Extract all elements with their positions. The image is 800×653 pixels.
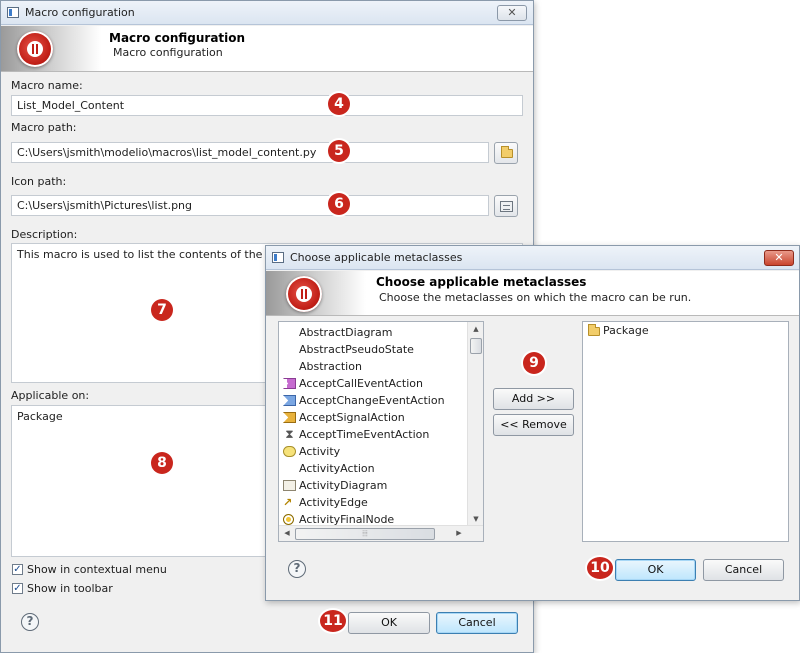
accept-call-event-icon [283,378,296,389]
macro-name-label: Macro name: [11,79,83,92]
list-item-label: AcceptCallEventAction [299,377,423,390]
help-icon[interactable]: ? [21,613,39,631]
metaclass-ok-button[interactable]: OK [615,559,696,581]
callout-10: 10 [587,557,613,579]
list-item-label: AbstractDiagram [299,326,393,339]
available-items: AbstractDiagram AbstractPseudoState Abstra… [279,322,467,528]
callout-5: 5 [328,140,350,162]
callout-4: 4 [328,93,350,115]
selected-metaclasses-list[interactable]: Package [582,321,789,542]
list-item[interactable]: AcceptChangeEventAction [279,392,467,409]
metaclass-dialog-title: Choose applicable metaclasses [290,251,463,264]
macro-banner-subtitle: Macro configuration [113,46,223,59]
contextual-menu-checkbox[interactable]: ✓ [12,564,23,575]
list-item[interactable]: AcceptSignalAction [279,409,467,426]
hourglass-icon: ⧗ [285,427,294,441]
list-item-label: AcceptSignalAction [299,411,405,424]
scroll-thumb-horizontal[interactable]: ⦙⦙⦙ [295,528,435,540]
list-item[interactable]: AbstractDiagram [279,324,467,341]
callout-7: 7 [151,299,173,321]
list-item[interactable]: ⧗ AcceptTimeEventAction [279,426,467,443]
list-item-label: ActivityAction [299,462,375,475]
metaclass-dialog-banner: Choose applicable metaclasses Choose the… [266,271,799,316]
list-item-label: ActivityEdge [299,496,368,509]
final-node-icon [283,514,294,525]
macro-path-input[interactable]: C:\Users\jsmith\modelio\macros\list_mode… [11,142,489,163]
list-item-label: Activity [299,445,341,458]
icon-path-input[interactable]: C:\Users\jsmith\Pictures\list.png [11,195,489,216]
metaclass-banner-subtitle: Choose the metaclasses on which the macr… [379,291,692,304]
list-item[interactable]: Package [583,322,788,339]
list-item[interactable]: AcceptCallEventAction [279,375,467,392]
applicable-on-label: Applicable on: [11,389,90,402]
accept-signal-icon [283,412,296,423]
list-item[interactable]: ActivityDiagram [279,477,467,494]
toolbar-checkbox[interactable]: ✓ [12,583,23,594]
list-item-label: ActivityDiagram [299,479,388,492]
remove-button[interactable]: << Remove [493,414,574,436]
activity-diagram-icon [283,480,296,491]
macro-cancel-button[interactable]: Cancel [436,612,518,634]
horizontal-scrollbar[interactable]: ◀ ⦙⦙⦙ ▶ [279,525,483,541]
description-label: Description: [11,228,78,241]
selected-item-label: Package [603,324,649,337]
scroll-left-icon[interactable]: ◀ [279,529,295,537]
folder-icon [501,146,513,158]
list-item-label: AcceptChangeEventAction [299,394,445,407]
macro-dialog-titlebar[interactable]: Macro configuration ✕ [1,1,533,25]
close-button[interactable]: ✕ [764,250,794,266]
window-icon [272,252,284,263]
list-item-label: AbstractPseudoState [299,343,414,356]
accept-change-event-icon [283,395,296,406]
contextual-menu-label: Show in contextual menu [27,563,167,576]
help-icon[interactable]: ? [288,560,306,578]
list-item-label: Abstraction [299,360,362,373]
macro-banner-title: Macro configuration [109,31,246,45]
metaclass-dialog: Choose applicable metaclasses ✕ Choose a… [265,245,800,601]
activity-icon [283,446,296,457]
image-icon [500,201,513,212]
macro-path-label: Macro path: [11,121,77,134]
modelio-logo-icon [17,31,53,67]
scroll-right-icon[interactable]: ▶ [451,529,467,537]
list-item[interactable]: ↗ ActivityEdge [279,494,467,511]
callout-8: 8 [151,452,173,474]
metaclass-banner-title: Choose applicable metaclasses [376,275,587,289]
metaclass-dialog-titlebar[interactable]: Choose applicable metaclasses ✕ [266,246,799,270]
activity-edge-icon: ↗ [283,496,293,509]
scroll-up-icon[interactable]: ▲ [468,325,483,333]
list-item-label: AcceptTimeEventAction [299,428,430,441]
callout-11: 11 [320,610,346,632]
available-metaclasses-list[interactable]: AbstractDiagram AbstractPseudoState Abstra… [278,321,484,542]
callout-9: 9 [523,352,545,374]
list-item[interactable]: ActivityAction [279,460,467,477]
add-button[interactable]: Add >> [493,388,574,410]
modelio-logo-icon [286,276,322,312]
icon-path-label: Icon path: [11,175,67,188]
list-item[interactable]: Activity [279,443,467,460]
scroll-thumb[interactable] [470,338,482,354]
close-button[interactable]: ✕ [497,5,527,21]
vertical-scrollbar[interactable]: ▲ ▼ [467,322,483,526]
list-item[interactable]: AbstractPseudoState [279,341,467,358]
macro-name-input[interactable]: List_Model_Content [11,95,523,116]
macro-ok-button[interactable]: OK [348,612,430,634]
applicable-item[interactable]: Package [17,410,63,423]
list-item[interactable]: Abstraction [279,358,467,375]
macro-dialog-banner: Macro configuration Macro configuration [1,26,533,72]
package-folder-icon [588,324,601,337]
browse-macro-path-button[interactable] [494,142,518,164]
macro-dialog-title: Macro configuration [25,6,135,19]
callout-6: 6 [328,193,350,215]
toolbar-label: Show in toolbar [27,582,113,595]
browse-icon-path-button[interactable] [494,195,518,217]
scroll-down-icon[interactable]: ▼ [468,515,483,523]
metaclass-cancel-button[interactable]: Cancel [703,559,784,581]
window-icon [7,7,19,18]
